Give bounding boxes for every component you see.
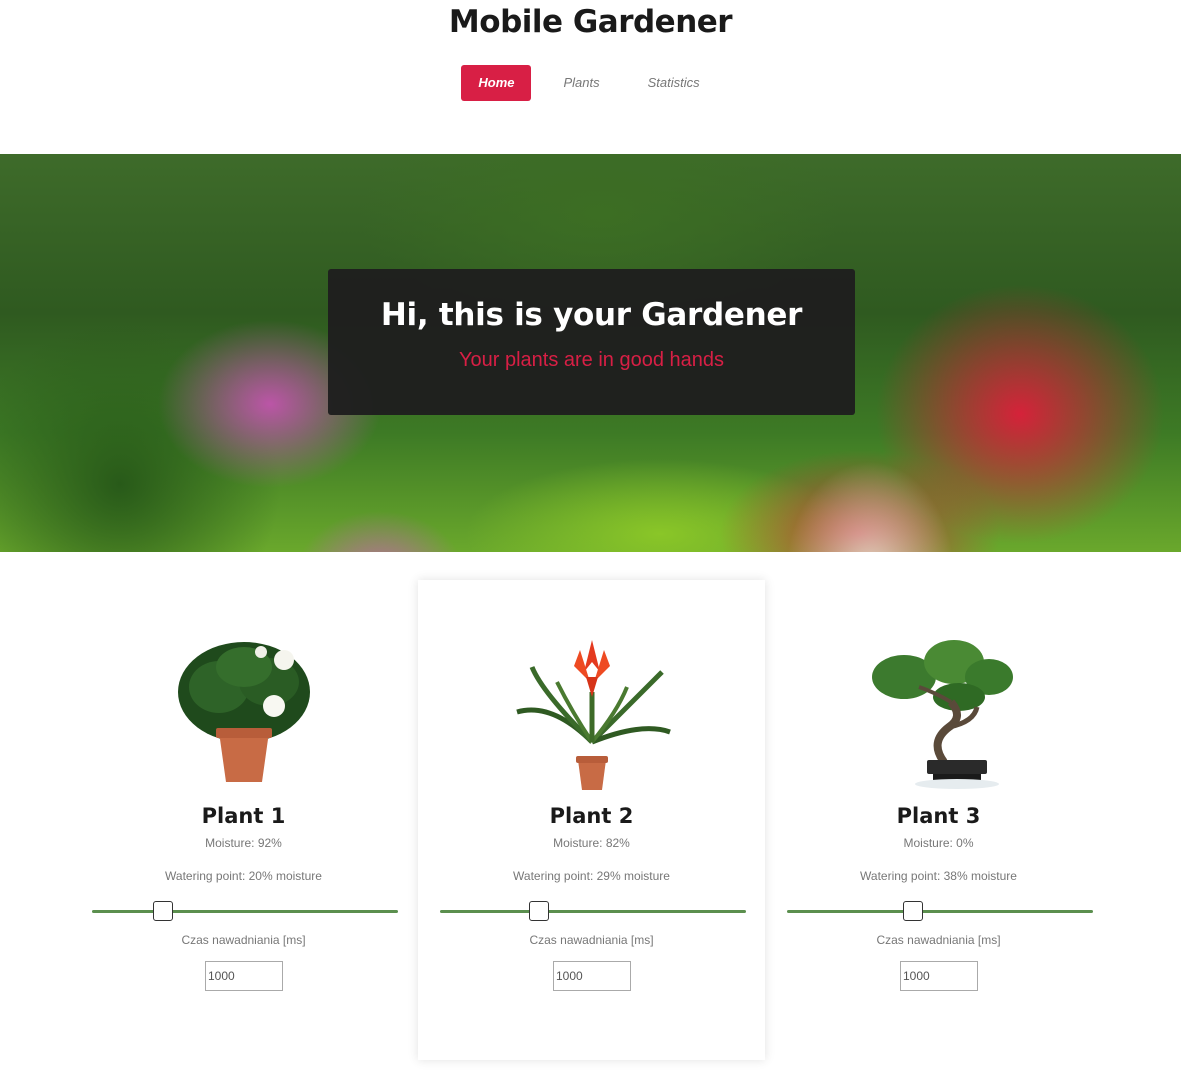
- watering-point-label: Watering point: 29% moisture: [513, 869, 670, 883]
- hero-garden-image: Hi, this is your Gardener Your plants ar…: [0, 154, 1181, 552]
- plant-cards: Plant 1 Moisture: 92% Watering point: 20…: [70, 580, 1112, 1070]
- site-title: Mobile Gardener: [448, 4, 733, 40]
- nav-statistics[interactable]: Statistics: [632, 65, 716, 101]
- watering-point-label: Watering point: 38% moisture: [860, 869, 1017, 883]
- plant-name: Plant 2: [549, 804, 634, 828]
- watering-point-label: Watering point: 20% moisture: [165, 869, 322, 883]
- hero-overlay: Hi, this is your Gardener Your plants ar…: [328, 269, 855, 415]
- plant-name: Plant 1: [201, 804, 286, 828]
- watering-time-label: Czas nawadniania [ms]: [529, 933, 654, 947]
- slider-thumb[interactable]: [903, 901, 924, 921]
- watering-point-slider[interactable]: [92, 901, 398, 921]
- moisture-readout: Moisture: 82%: [553, 836, 630, 850]
- slider-thumb[interactable]: [528, 901, 549, 921]
- plant-2-image: [516, 640, 671, 790]
- watering-time-label: Czas nawadniania [ms]: [876, 933, 1001, 947]
- hero-subtitle: Your plants are in good hands: [458, 349, 725, 371]
- nav-plants[interactable]: Plants: [547, 65, 615, 101]
- main-nav: Home Plants Statistics: [0, 65, 1181, 101]
- watering-time-input[interactable]: [553, 961, 631, 991]
- watering-time-input[interactable]: [900, 961, 978, 991]
- watering-time-label: Czas nawadniania [ms]: [181, 933, 306, 947]
- plant-3-image: [872, 640, 1013, 789]
- slider-thumb[interactable]: [153, 901, 174, 921]
- watering-point-slider[interactable]: [440, 901, 746, 921]
- watering-time-input[interactable]: [205, 961, 283, 991]
- plant-card: Plant 2 Moisture: 82% Watering point: 29…: [418, 580, 765, 1060]
- plant-name: Plant 3: [896, 804, 981, 828]
- plant-card: Plant 1 Moisture: 92% Watering point: 20…: [70, 580, 417, 1060]
- nav-home[interactable]: Home: [461, 65, 532, 101]
- moisture-readout: Moisture: 92%: [205, 836, 282, 850]
- moisture-readout: Moisture: 0%: [903, 836, 974, 850]
- plant-card: Plant 3 Moisture: 0% Watering point: 38%…: [765, 580, 1112, 1060]
- watering-point-slider[interactable]: [787, 901, 1093, 921]
- hero-title: Hi, this is your Gardener: [380, 297, 803, 333]
- plant-1-image: [178, 642, 310, 782]
